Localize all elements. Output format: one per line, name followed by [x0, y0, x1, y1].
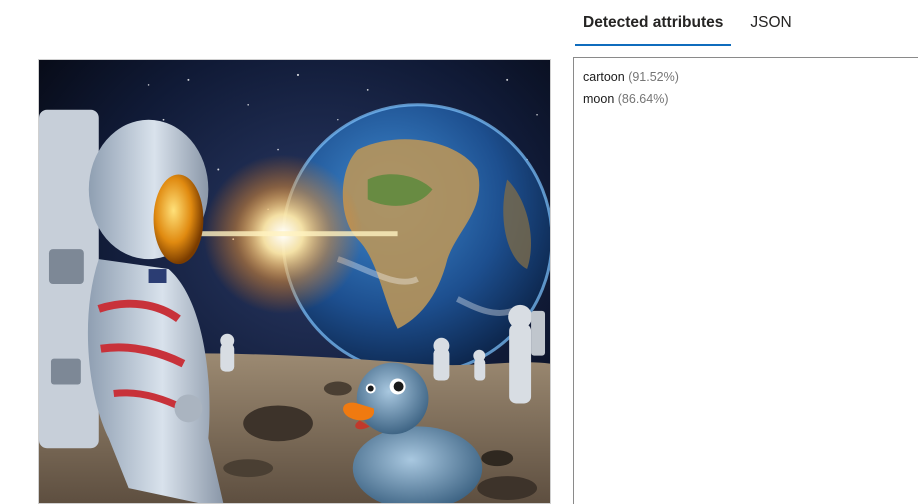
tab-json[interactable]: JSON: [748, 0, 793, 46]
image-preview: [38, 59, 551, 504]
attributes-panel: cartoon (91.52%) moon (86.64%): [573, 57, 918, 504]
results-tabs: Detected attributes JSON: [575, 0, 794, 46]
attribute-confidence: (86.64%): [617, 92, 669, 106]
attribute-name: cartoon: [583, 70, 625, 84]
attribute-confidence: (91.52%): [628, 70, 679, 84]
attribute-item: moon (86.64%): [583, 88, 909, 110]
attribute-name: moon: [583, 92, 615, 106]
uploaded-image: [39, 60, 550, 503]
attribute-item: cartoon (91.52%): [583, 66, 909, 88]
tab-detected-attributes[interactable]: Detected attributes: [575, 0, 732, 46]
